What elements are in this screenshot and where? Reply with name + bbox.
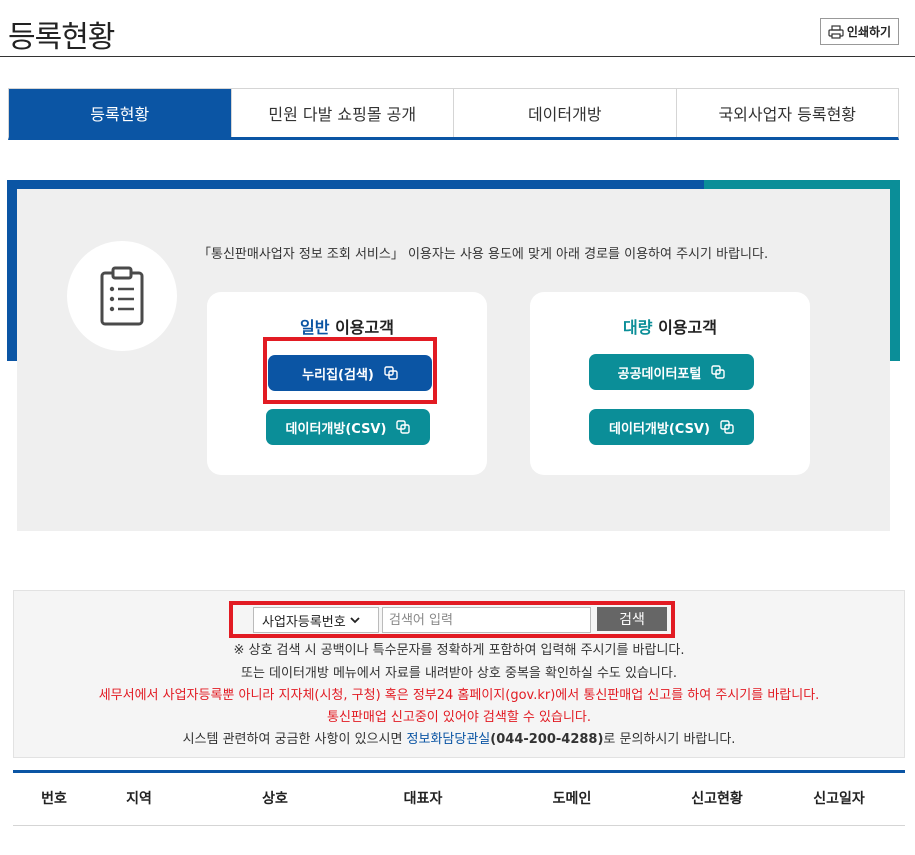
col-header-representative: 대표자: [403, 791, 443, 807]
general-highlight: 일반: [300, 318, 330, 337]
copy-icon: [396, 420, 411, 434]
tab-complaint-malls[interactable]: 민원 다발 쇼핑몰 공개: [230, 89, 453, 137]
col-header-region: 지역: [126, 791, 152, 807]
highlight-box-website-search: [263, 337, 437, 404]
copy-icon: [711, 365, 726, 379]
col-header-report-status: 신고현황: [691, 791, 743, 807]
results-table-header: 번호 지역 상호 대표자 도메인 신고현황 신고일자: [13, 770, 905, 826]
tab-open-data[interactable]: 데이터개방: [453, 89, 676, 137]
public-data-portal-button[interactable]: 공공데이터포털: [589, 354, 754, 390]
bulk-suffix: 이용고객: [652, 318, 717, 337]
general-open-data-csv-button[interactable]: 데이터개방(CSV): [266, 409, 430, 445]
copy-icon: [720, 420, 734, 434]
bulk-highlight: 대량: [623, 318, 653, 337]
tab-bar: 등록현황 민원 다발 쇼핑몰 공개 데이터개방 국외사업자 등록현황: [8, 88, 899, 140]
search-warning-2: 통신판매업 신고중이 있어야 검색할 수 있습니다.: [327, 710, 591, 725]
bulk-csv-label: 데이터개방(CSV): [609, 421, 710, 437]
page-title: 등록현황: [8, 20, 115, 55]
title-divider: [0, 56, 915, 57]
service-icon-circle: [67, 241, 177, 351]
bulk-open-data-csv-button[interactable]: 데이터개방(CSV): [589, 409, 754, 445]
highlight-box-search: [229, 601, 675, 638]
clipboard-icon: [100, 266, 144, 326]
print-label: 인쇄하기: [846, 25, 892, 39]
search-warning-1: 세무서에서 사업자등록뿐 아니라 지자체(시청, 구청) 혹은 정부24 홈페이…: [98, 688, 820, 703]
contact-prefix: 시스템 관련하여 궁금한 사항이 있으시면: [182, 732, 407, 747]
col-header-number: 번호: [41, 791, 67, 807]
contact-suffix: 로 문의하시기 바랍니다.: [603, 732, 736, 747]
col-header-report-date: 신고일자: [813, 791, 865, 807]
contact-office-link[interactable]: 정보화담당관실: [407, 732, 491, 747]
general-user-title: 일반 이용고객: [207, 314, 487, 338]
print-button[interactable]: 인쇄하기: [820, 18, 899, 45]
search-hint-1: ※ 상호 검색 시 공백이나 특수문자를 정확하게 포함하여 입력해 주시기를 …: [233, 643, 685, 658]
contact-info: 시스템 관련하여 궁금한 사항이 있으시면 정보화담당관실(044-200-42…: [13, 728, 905, 747]
printer-icon: [828, 24, 844, 39]
tab-registration-status[interactable]: 등록현황: [9, 89, 231, 137]
bulk-user-title: 대량 이용고객: [530, 314, 810, 338]
col-header-domain: 도메인: [552, 791, 592, 807]
col-header-company: 상호: [262, 791, 288, 807]
service-notice: 「통신판매사업자 정보 조회 서비스」 이용자는 사용 용도에 맞게 아래 경로…: [198, 247, 769, 262]
general-suffix: 이용고객: [329, 318, 394, 337]
general-csv-label: 데이터개방(CSV): [285, 421, 387, 437]
contact-phone: (044-200-4288): [490, 732, 604, 747]
tab-overseas-registration[interactable]: 국외사업자 등록현황: [675, 89, 898, 137]
public-data-portal-label: 공공데이터포털: [617, 366, 702, 382]
search-hint-2: 또는 데이터개방 메뉴에서 자료를 내려받아 상호 중복을 확인하실 수도 있습…: [240, 666, 677, 681]
